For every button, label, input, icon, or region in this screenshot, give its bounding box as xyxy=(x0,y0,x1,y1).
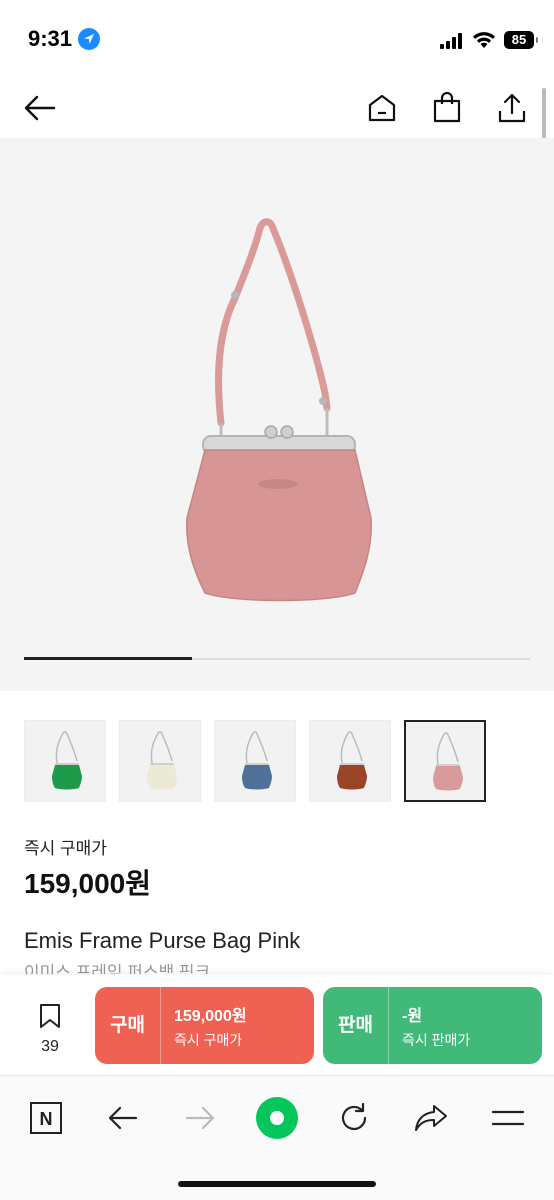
share-button[interactable] xyxy=(492,88,532,128)
bookmark-button[interactable]: 39 xyxy=(30,1003,70,1056)
arrow-left-icon xyxy=(24,95,56,121)
menu-button[interactable] xyxy=(486,1096,530,1140)
location-arrow-icon xyxy=(78,28,100,50)
product-name: Emis Frame Purse Bag Pink xyxy=(24,928,301,953)
thumbnail-bag-image xyxy=(433,732,463,791)
browser-toolbar: N xyxy=(0,1075,554,1200)
gallery-progress-bar xyxy=(24,657,530,660)
thumbnail-bag-image xyxy=(52,731,82,790)
shopping-bag-icon xyxy=(433,92,461,123)
price-value: 159,000원 xyxy=(24,868,151,899)
naver-n-icon: N xyxy=(30,1102,62,1134)
thumbnail-bag-image xyxy=(147,731,177,790)
green-dot-icon xyxy=(256,1097,298,1139)
top-navigation xyxy=(0,78,554,138)
home-icon xyxy=(368,94,396,122)
cellular-signal-icon xyxy=(440,33,462,49)
sell-button[interactable]: 판매 -원 즉시 판매가 xyxy=(323,987,542,1064)
product-image xyxy=(186,218,372,602)
color-thumbnail-pink[interactable] xyxy=(404,720,486,802)
sell-price: -원 xyxy=(402,1007,423,1025)
buy-price: 159,000원 xyxy=(174,1007,247,1025)
share-arrow-icon xyxy=(415,1105,447,1131)
color-thumbnail-brown[interactable] xyxy=(309,720,391,802)
purchase-bar: 39 구매 159,000원 즉시 구매가 판매 -원 즉시 판매가 xyxy=(0,975,554,1075)
browser-share-button[interactable] xyxy=(409,1096,453,1140)
color-thumbnail-green[interactable] xyxy=(24,720,106,802)
product-name-korean: 이미스 프레임 퍼스백 핑크 xyxy=(24,964,211,974)
back-button[interactable] xyxy=(20,88,60,128)
arrow-left-icon xyxy=(108,1106,138,1130)
buy-button[interactable]: 구매 159,000원 즉시 구매가 xyxy=(95,987,314,1064)
color-thumbnail-ivory[interactable] xyxy=(119,720,201,802)
home-button[interactable] xyxy=(362,88,402,128)
refresh-icon xyxy=(341,1102,367,1131)
svg-text:N: N xyxy=(40,1109,53,1129)
status-bar: 9:31 85 xyxy=(0,0,554,78)
thumbnail-bag-image xyxy=(337,731,367,790)
bookmark-count: 39 xyxy=(41,1038,59,1055)
menu-icon xyxy=(491,1110,525,1126)
color-thumbnail-blue[interactable] xyxy=(214,720,296,802)
product-page: 9:31 85 즉시 구매가 159,000원 Emis Frame Purse… xyxy=(0,0,554,1200)
arrow-right-icon xyxy=(185,1106,215,1130)
gallery-progress-fill xyxy=(24,657,193,660)
color-thumbnail-list xyxy=(24,720,486,802)
battery-indicator: 85 xyxy=(504,31,538,49)
thumbnail-bag-image xyxy=(242,731,272,790)
bookmark-icon xyxy=(40,1004,60,1028)
buy-price-desc: 즉시 구매가 xyxy=(174,1031,243,1048)
sell-label: 판매 xyxy=(323,987,389,1064)
browser-back-button[interactable] xyxy=(101,1096,145,1140)
sell-price-desc: 즉시 판매가 xyxy=(402,1031,471,1048)
product-image-gallery[interactable] xyxy=(0,138,554,691)
naver-home-button[interactable]: N xyxy=(24,1096,68,1140)
browser-forward-button[interactable] xyxy=(178,1096,222,1140)
share-icon xyxy=(498,93,526,123)
home-indicator xyxy=(178,1181,376,1187)
buy-label: 구매 xyxy=(95,987,161,1064)
green-dot-button[interactable] xyxy=(255,1096,299,1140)
cart-button[interactable] xyxy=(427,88,467,128)
wifi-icon xyxy=(473,32,495,48)
price-label: 즉시 구매가 xyxy=(24,839,107,858)
refresh-button[interactable] xyxy=(332,1096,376,1140)
status-time: 9:31 xyxy=(28,26,73,51)
